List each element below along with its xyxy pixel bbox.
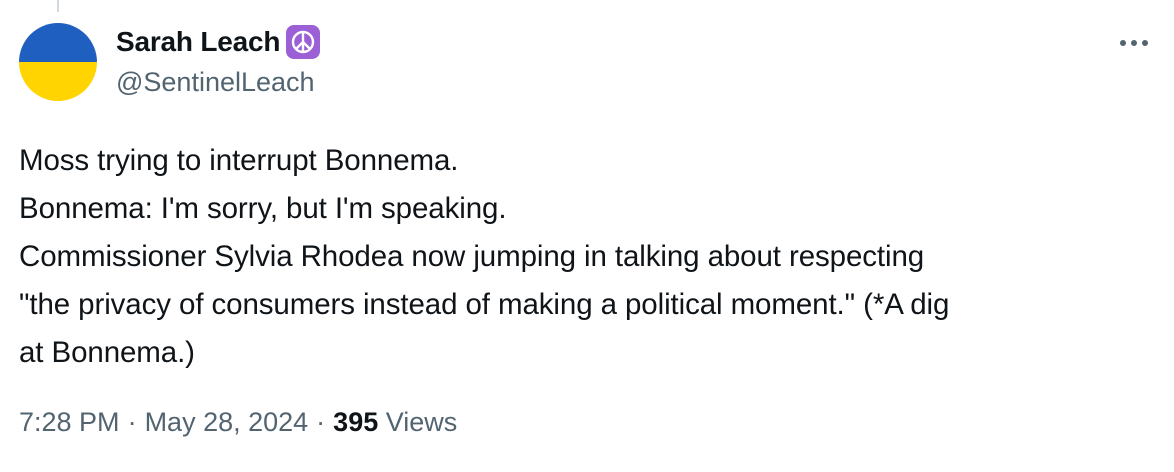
display-name[interactable]: Sarah Leach [116,26,281,58]
peace-symbol-icon [286,25,321,59]
ukraine-flag-avatar-icon [19,23,97,101]
tweet-text-line: Bonnema: I'm sorry, but I'm speaking. [19,192,507,225]
user-handle[interactable]: @SentinelLeach [116,64,1114,100]
tweet-timestamp-link[interactable]: 7:28 PM · May 28, 2024 [19,407,308,437]
separator: · [127,407,137,437]
tweet-text-line: at Bonnema.) [19,336,195,369]
name-row: Sarah Leach [116,22,1114,62]
thread-connector-line [57,0,59,12]
separator: · [316,407,326,437]
avatar[interactable] [19,23,97,101]
tweet-header: Sarah Leach @SentinelLeach [116,22,1114,100]
views-count: 395 [333,407,379,437]
tweet-text-line: Commissioner Sylvia Rhodea now jumping i… [19,240,925,273]
more-horizontal-icon [1120,40,1148,46]
tweet-text: Moss trying to interrupt Bonnema. Bonnem… [19,137,1159,377]
tweet-metadata: 7:28 PM · May 28, 2024 · 395 Views [19,402,457,442]
tweet-text-line: Moss trying to interrupt Bonnema. [19,144,459,177]
tweet-date: May 28, 2024 [144,407,309,437]
tweet-time: 7:28 PM [19,407,120,437]
views-label: Views [385,407,458,437]
tweet-text-line: "the privacy of consumers instead of mak… [19,288,950,321]
more-options-button[interactable] [1114,28,1154,58]
